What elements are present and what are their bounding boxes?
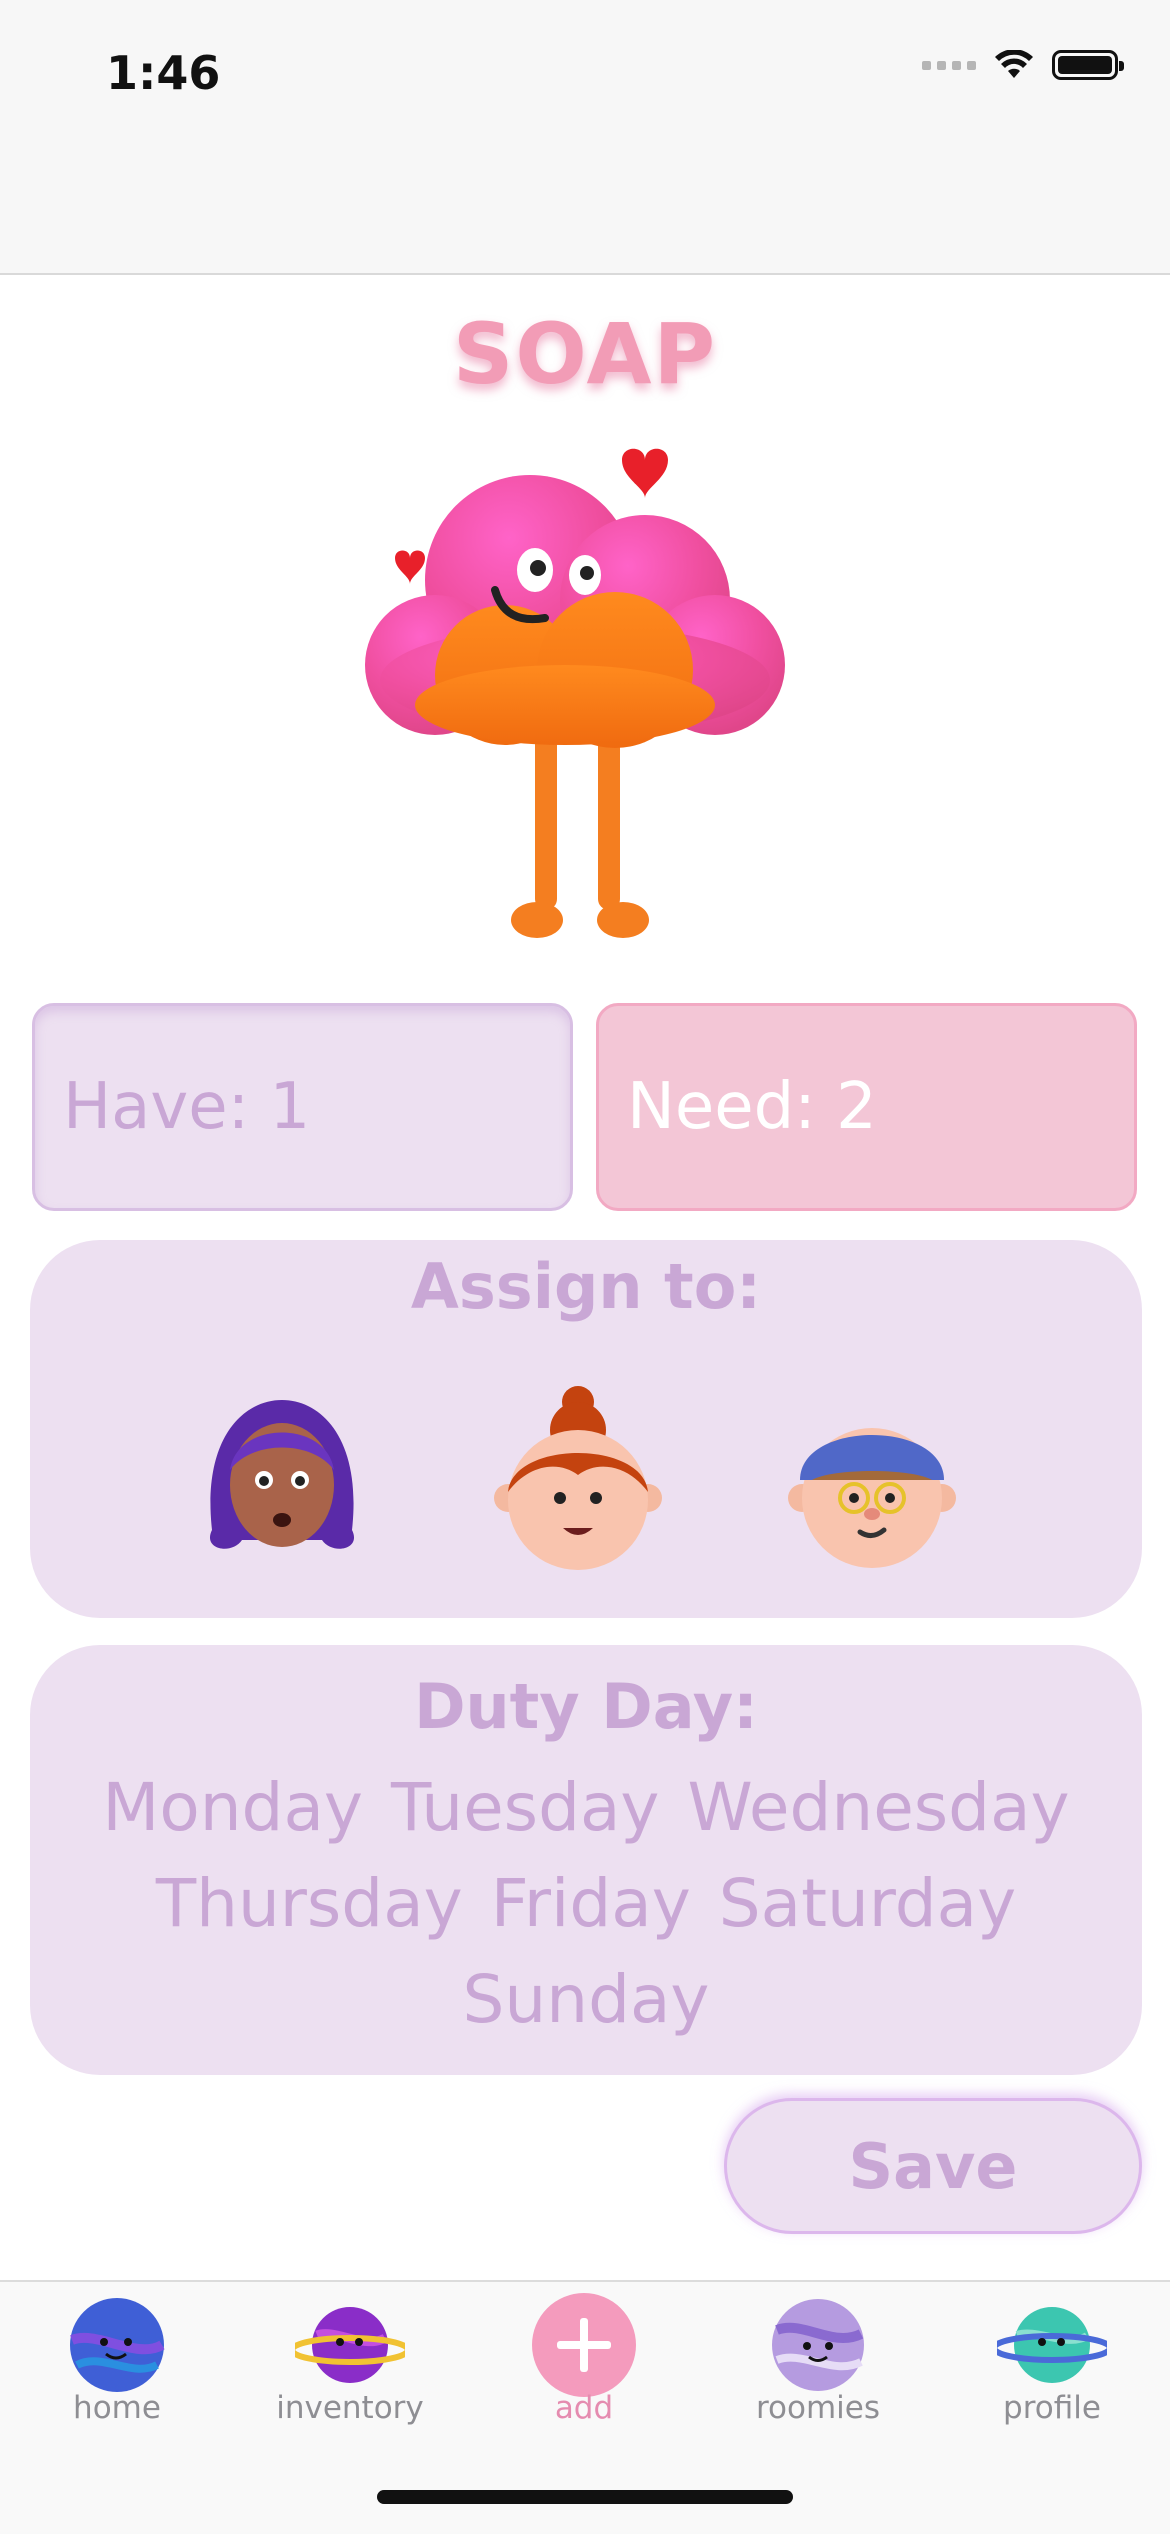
need-quantity-field[interactable]: Need: 2: [596, 1003, 1137, 1211]
item-title: SOAP: [452, 305, 718, 403]
duty-day-panel: Duty Day: Monday Tuesday Wednesday Thurs…: [30, 1645, 1142, 2075]
tab-roomies-label: roomies: [755, 2390, 881, 2426]
home-indicator[interactable]: [377, 2490, 793, 2504]
day-sunday[interactable]: Sunday: [463, 1952, 710, 2048]
tab-add[interactable]: add: [484, 2282, 684, 2432]
day-wednesday[interactable]: Wednesday: [687, 1760, 1069, 1856]
tab-profile[interactable]: profile: [952, 2282, 1152, 2432]
day-friday[interactable]: Friday: [491, 1856, 691, 1952]
day-saturday[interactable]: Saturday: [719, 1856, 1016, 1952]
navigation-bar: 1:46: [0, 0, 1170, 275]
tab-roomies[interactable]: roomies: [718, 2282, 918, 2432]
battery-icon: [1052, 50, 1124, 80]
day-options: Monday Tuesday Wednesday Thursday Friday…: [90, 1760, 1082, 2048]
tab-inventory[interactable]: inventory: [250, 2282, 450, 2432]
planet-blue-icon: [70, 2298, 165, 2392]
planet-lavender-icon: [772, 2299, 864, 2391]
avatar-red-bun-icon[interactable]: [478, 1380, 678, 1580]
tab-home-label: home: [73, 2390, 161, 2426]
planet-purple-ring-icon: [295, 2307, 405, 2383]
plus-circle-icon: [532, 2293, 636, 2397]
status-time: 1:46: [106, 46, 221, 100]
tab-home[interactable]: home: [17, 2282, 217, 2432]
duty-day-label: Duty Day:: [414, 1670, 758, 1743]
status-icons: [922, 50, 1124, 80]
day-thursday[interactable]: Thursday: [156, 1856, 463, 1952]
tab-add-label: add: [554, 2390, 614, 2426]
day-tuesday[interactable]: Tuesday: [391, 1760, 660, 1856]
tab-inventory-label: inventory: [276, 2390, 424, 2426]
save-button[interactable]: Save: [724, 2098, 1142, 2234]
assign-label: Assign to:: [410, 1250, 762, 1323]
cellular-signal-icon: [922, 60, 976, 70]
cloud-mascot-illustration: [365, 448, 785, 938]
tab-profile-label: profile: [1003, 2390, 1101, 2426]
avatar-blue-cap-glasses-icon[interactable]: [772, 1380, 972, 1580]
avatar-purple-hair-icon[interactable]: [182, 1380, 382, 1580]
planet-teal-ring-icon: [997, 2307, 1107, 2383]
day-monday[interactable]: Monday: [102, 1760, 363, 1856]
have-quantity-field[interactable]: Have: 1: [32, 1003, 573, 1211]
wifi-icon: [995, 50, 1033, 78]
assign-panel: Assign to:: [30, 1240, 1142, 1618]
